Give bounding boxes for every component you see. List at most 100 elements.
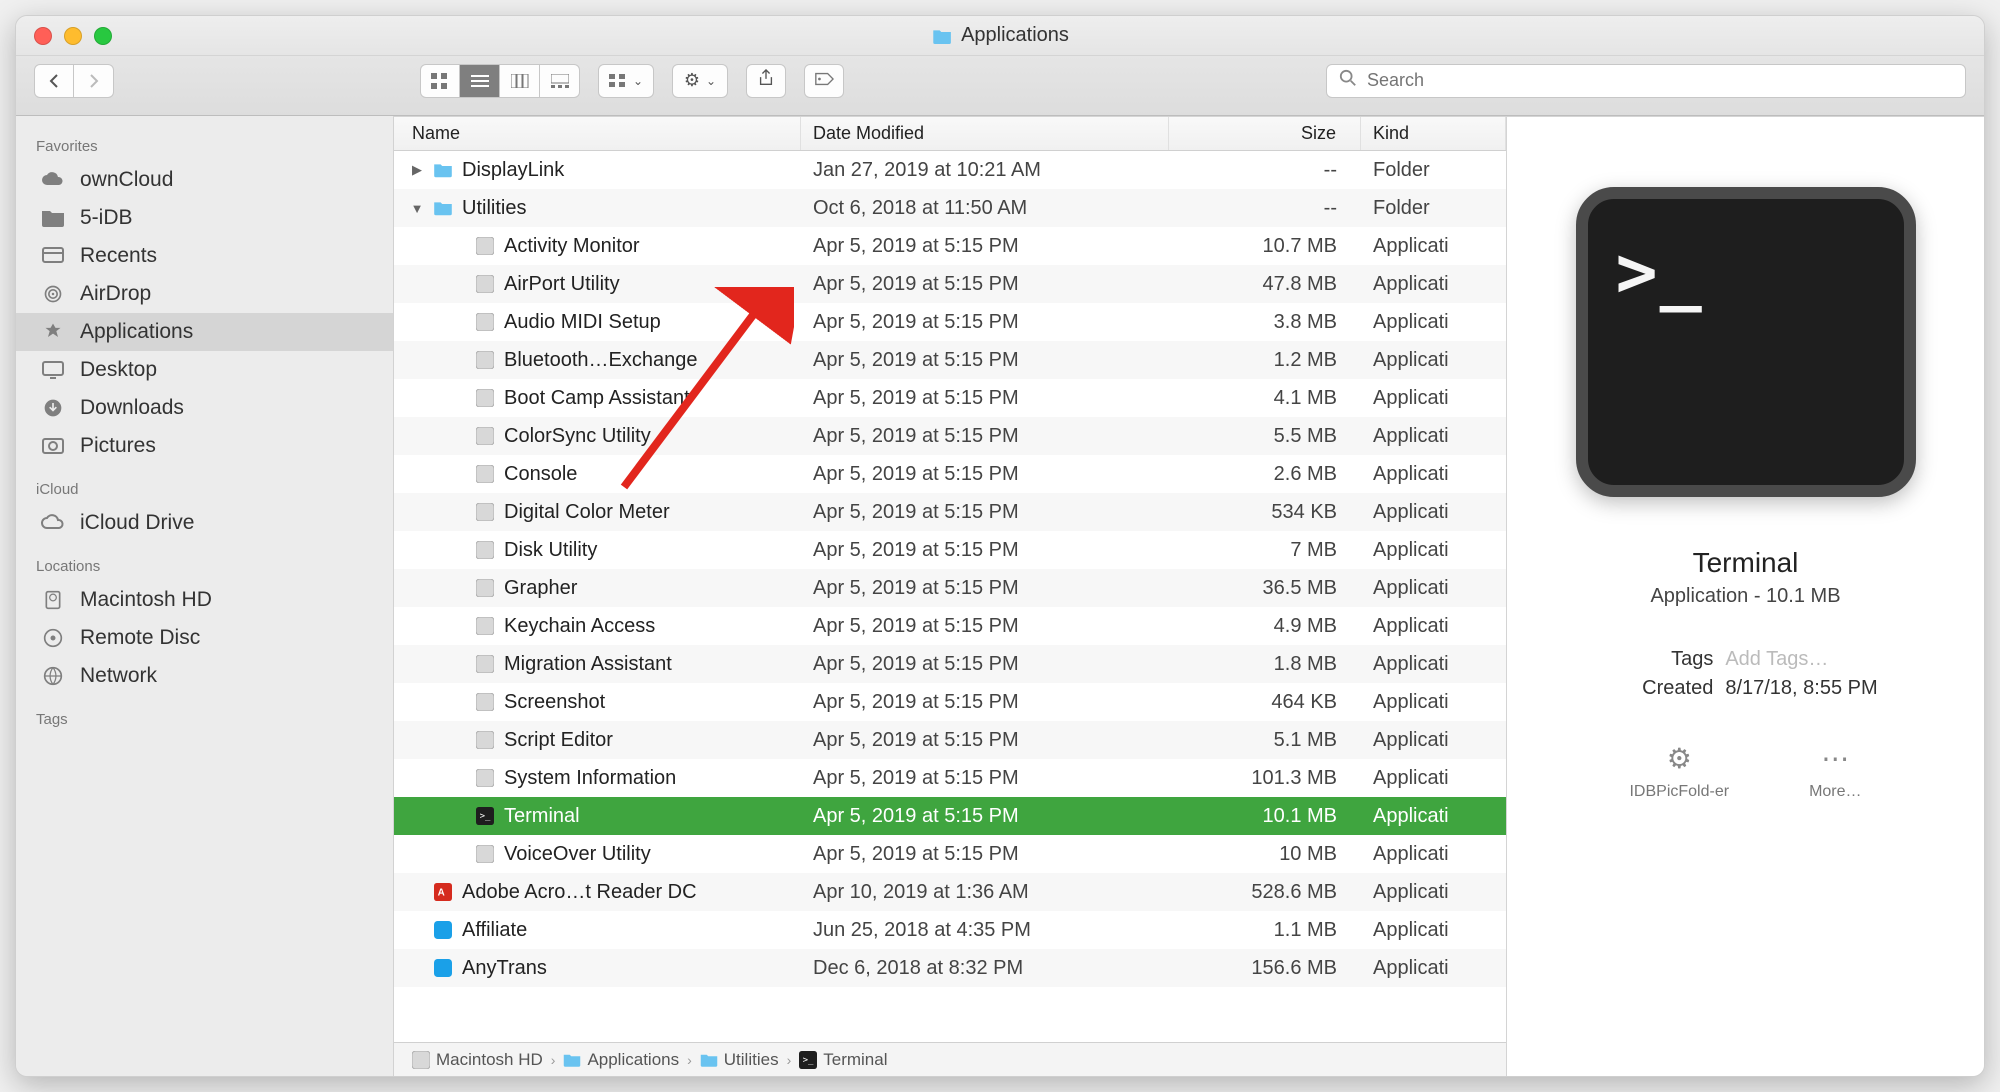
table-row[interactable]: Bluetooth…ExchangeApr 5, 2019 at 5:15 PM…: [394, 341, 1506, 379]
search-field[interactable]: [1326, 64, 1966, 98]
table-row[interactable]: ▶DisplayLinkJan 27, 2019 at 10:21 AM--Fo…: [394, 151, 1506, 189]
path-segment-macintosh-hd[interactable]: Macintosh HD: [412, 1050, 543, 1070]
disclosure-open-icon[interactable]: ▼: [410, 201, 424, 216]
app-icon: [474, 463, 496, 485]
sidebar-item-label: ownCloud: [80, 168, 173, 192]
network-icon: [40, 665, 66, 687]
table-row[interactable]: Script Editor Apr 5, 2019 at 5:15 PM5.1 M…: [394, 721, 1506, 759]
sidebar-item-recents[interactable]: Recents: [16, 237, 393, 275]
sidebar-item-network[interactable]: Network: [16, 657, 393, 695]
file-size: 1.2 MB: [1169, 349, 1361, 372]
app-icon: [474, 387, 496, 409]
file-kind: Applicati: [1361, 273, 1506, 296]
cloud-icon: [40, 169, 66, 191]
file-size: 10 MB: [1169, 843, 1361, 866]
quick-action-more[interactable]: ⋯ More…: [1809, 742, 1861, 801]
sidebar-item-5-idb[interactable]: 5-iDB: [16, 199, 393, 237]
table-row[interactable]: Disk UtilityApr 5, 2019 at 5:15 PM7 MBAp…: [394, 531, 1506, 569]
gallery-view-button[interactable]: [540, 64, 580, 98]
table-row[interactable]: AAdobe Acro…t Reader DCApr 10, 2019 at 1…: [394, 873, 1506, 911]
sidebar-item-owncloud[interactable]: ownCloud: [16, 161, 393, 199]
col-header-kind[interactable]: Kind: [1361, 117, 1506, 150]
table-row[interactable]: System InformationApr 5, 2019 at 5:15 PM…: [394, 759, 1506, 797]
sidebar-item-icloud-drive[interactable]: iCloud Drive: [16, 504, 393, 542]
table-row[interactable]: ScreenshotApr 5, 2019 at 5:15 PM464 KBAp…: [394, 683, 1506, 721]
sidebar-item-pictures[interactable]: Pictures: [16, 427, 393, 465]
file-kind: Applicati: [1361, 311, 1506, 334]
file-date: Jan 27, 2019 at 10:21 AM: [801, 159, 1169, 182]
sidebar-item-airdrop[interactable]: AirDrop: [16, 275, 393, 313]
col-header-name[interactable]: Name: [394, 117, 801, 150]
close-button[interactable]: [34, 27, 52, 45]
table-row[interactable]: GrapherApr 5, 2019 at 5:15 PM36.5 MBAppl…: [394, 569, 1506, 607]
table-row[interactable]: Keychain AccessApr 5, 2019 at 5:15 PM4.9…: [394, 607, 1506, 645]
disk-icon: [40, 589, 66, 611]
col-header-size[interactable]: Size: [1169, 117, 1361, 150]
file-name: AnyTrans: [462, 957, 547, 980]
path-segment-utilities[interactable]: Utilities: [700, 1050, 779, 1070]
table-row[interactable]: Activity MonitorApr 5, 2019 at 5:15 PM10…: [394, 227, 1506, 265]
minimize-button[interactable]: [64, 27, 82, 45]
file-list[interactable]: ▶DisplayLinkJan 27, 2019 at 10:21 AM--Fo…: [394, 151, 1506, 1042]
file-date: Apr 10, 2019 at 1:36 AM: [801, 881, 1169, 904]
disclosure-closed-icon[interactable]: ▶: [410, 162, 424, 178]
maximize-button[interactable]: [94, 27, 112, 45]
group-by-button[interactable]: ⌄: [598, 64, 654, 98]
table-row[interactable]: AirPort UtilityApr 5, 2019 at 5:15 PM47.…: [394, 265, 1506, 303]
list-view-button[interactable]: [460, 64, 500, 98]
sidebar-item-macintosh-hd[interactable]: Macintosh HD: [16, 581, 393, 619]
sidebar[interactable]: Favorites ownCloud 5-iDBRecentsAirDropAppl…: [16, 116, 394, 1076]
column-view-button[interactable]: [500, 64, 540, 98]
airdrop-icon: [40, 283, 66, 305]
file-name: Script Editor: [504, 729, 613, 752]
table-row[interactable]: ▼UtilitiesOct 6, 2018 at 11:50 AM--Folde…: [394, 189, 1506, 227]
svg-text:>_: >_: [480, 812, 491, 822]
file-size: 7 MB: [1169, 539, 1361, 562]
icon-view-button[interactable]: [420, 64, 460, 98]
col-header-date[interactable]: Date Modified: [801, 117, 1169, 150]
sidebar-item-label: Remote Disc: [80, 626, 200, 650]
file-size: --: [1169, 197, 1361, 220]
file-name: Boot Camp Assistant: [504, 387, 690, 410]
titlebar: Applications: [16, 16, 1984, 56]
sidebar-item-label: Desktop: [80, 358, 157, 382]
sidebar-section-favorites: Favorites: [16, 132, 393, 161]
table-row[interactable]: ColorSync UtilityApr 5, 2019 at 5:15 PM5…: [394, 417, 1506, 455]
app-icon: [474, 235, 496, 257]
terminal-prompt-icon: >_: [1616, 231, 1704, 313]
path-segment-applications[interactable]: Applications: [563, 1050, 679, 1070]
sidebar-item-desktop[interactable]: Desktop: [16, 351, 393, 389]
file-size: 5.1 MB: [1169, 729, 1361, 752]
table-row[interactable]: Migration AssistantApr 5, 2019 at 5:15 P…: [394, 645, 1506, 683]
sidebar-item-remote-disc[interactable]: Remote Disc: [16, 619, 393, 657]
action-button[interactable]: ⚙︎⌄: [672, 64, 728, 98]
file-date: Apr 5, 2019 at 5:15 PM: [801, 425, 1169, 448]
table-row[interactable]: >_TerminalApr 5, 2019 at 5:15 PM10.1 MBA…: [394, 797, 1506, 835]
quick-action-1[interactable]: ⚙︎ IDBPicFold-er: [1629, 742, 1729, 801]
folder-icon: [40, 207, 66, 229]
file-size: 101.3 MB: [1169, 767, 1361, 790]
table-row[interactable]: Digital Color MeterApr 5, 2019 at 5:15 P…: [394, 493, 1506, 531]
forward-button[interactable]: [74, 64, 114, 98]
back-button[interactable]: [34, 64, 74, 98]
file-kind: Applicati: [1361, 729, 1506, 752]
table-row[interactable]: VoiceOver UtilityApr 5, 2019 at 5:15 PM1…: [394, 835, 1506, 873]
search-icon: [1339, 69, 1357, 92]
tags-field[interactable]: Add Tags…: [1725, 648, 1828, 671]
table-row[interactable]: AnyTransDec 6, 2018 at 8:32 PM156.6 MBAp…: [394, 949, 1506, 987]
tags-button[interactable]: [804, 64, 844, 98]
share-button[interactable]: [746, 64, 786, 98]
sidebar-item-applications[interactable]: Applications: [16, 313, 393, 351]
file-date: Apr 5, 2019 at 5:15 PM: [801, 577, 1169, 600]
table-row[interactable]: Audio MIDI SetupApr 5, 2019 at 5:15 PM3.…: [394, 303, 1506, 341]
body: FavoritesownCloud5-iDBRecentsAirDropAppl…: [16, 116, 1984, 1076]
app-icon: [474, 577, 496, 599]
table-row[interactable]: AffiliateJun 25, 2018 at 4:35 PM1.1 MBAp…: [394, 911, 1506, 949]
sidebar-item-downloads[interactable]: Downloads: [16, 389, 393, 427]
path-segment-terminal[interactable]: >_Terminal: [799, 1050, 887, 1070]
search-input[interactable]: [1367, 70, 1953, 91]
table-row[interactable]: ConsoleApr 5, 2019 at 5:15 PM2.6 MBAppli…: [394, 455, 1506, 493]
table-row[interactable]: Boot Camp AssistantApr 5, 2019 at 5:15 P…: [394, 379, 1506, 417]
file-date: Apr 5, 2019 at 5:15 PM: [801, 729, 1169, 752]
file-size: 1.8 MB: [1169, 653, 1361, 676]
